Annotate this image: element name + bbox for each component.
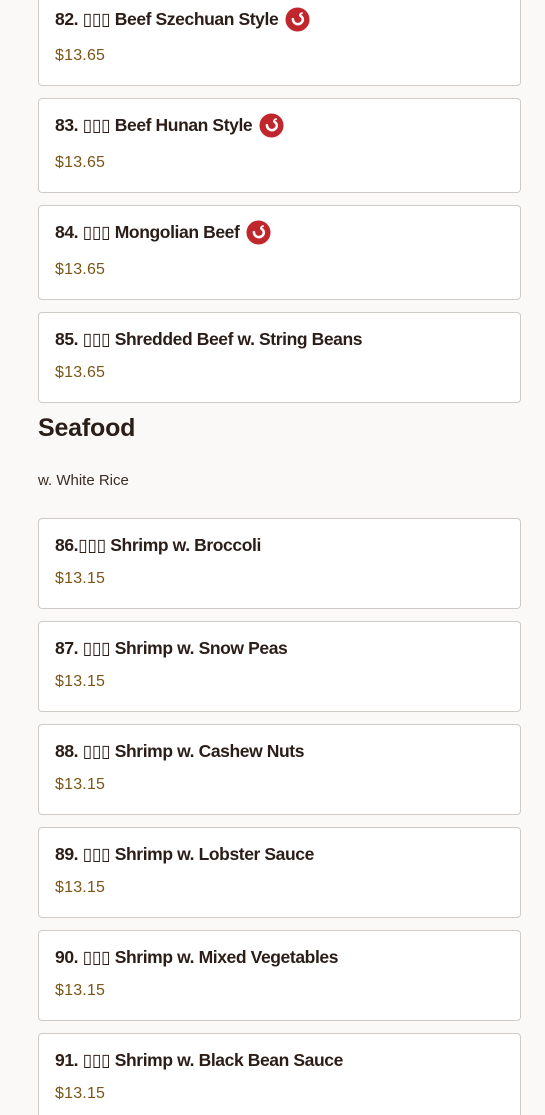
- menu-item-card[interactable]: 90. ▯▯▯ Shrimp w. Mixed Vegetables $13.1…: [38, 930, 521, 1021]
- menu-item-name: 89. ▯▯▯ Shrimp w. Lobster Sauce: [55, 844, 314, 864]
- menu-item-name: 90. ▯▯▯ Shrimp w. Mixed Vegetables: [55, 947, 339, 967]
- menu-item-price: $13.15: [55, 673, 106, 690]
- menu-item-price: $13.65: [55, 154, 106, 171]
- menu-item-card[interactable]: 86.▯▯▯ Shrimp w. Broccoli $13.15: [38, 518, 521, 609]
- menu-item-price: $13.65: [55, 47, 106, 64]
- menu-item-price: $13.65: [55, 261, 106, 278]
- spicy-pepper-icon: [246, 220, 271, 245]
- menu-item-name: 83. ▯▯▯ Beef Hunan Style: [55, 115, 253, 135]
- menu-item-price: $13.15: [55, 776, 106, 793]
- menu-item-name: 86.▯▯▯ Shrimp w. Broccoli: [55, 535, 261, 555]
- menu-item-card[interactable]: 83. ▯▯▯ Beef Hunan Style $13.65: [38, 98, 521, 193]
- menu-item-card[interactable]: 85. ▯▯▯ Shredded Beef w. String Beans $1…: [38, 312, 521, 403]
- menu-page: 82. ▯▯▯ Beef Szechuan Style $13.65 83. ▯…: [0, 0, 545, 1115]
- spicy-pepper-icon: [259, 113, 284, 138]
- menu-item-name: 82. ▯▯▯ Beef Szechuan Style: [55, 9, 279, 29]
- section-title: Seafood: [38, 414, 136, 442]
- menu-item-card[interactable]: 88. ▯▯▯ Shrimp w. Cashew Nuts $13.15: [38, 724, 521, 815]
- menu-item-name: 87. ▯▯▯ Shrimp w. Snow Peas: [55, 638, 288, 658]
- menu-item-price: $13.15: [55, 1085, 106, 1102]
- spicy-pepper-icon: [285, 7, 310, 32]
- menu-item-card[interactable]: 89. ▯▯▯ Shrimp w. Lobster Sauce $13.15: [38, 827, 521, 918]
- menu-item-price: $13.15: [55, 982, 106, 999]
- menu-item-name: 88. ▯▯▯ Shrimp w. Cashew Nuts: [55, 741, 305, 761]
- section-subtitle: w. White Rice: [38, 472, 129, 489]
- menu-item-card[interactable]: 91. ▯▯▯ Shrimp w. Black Bean Sauce $13.1…: [38, 1033, 521, 1115]
- menu-item-price: $13.65: [55, 364, 106, 381]
- menu-item-name: 85. ▯▯▯ Shredded Beef w. String Beans: [55, 329, 363, 349]
- menu-item-card[interactable]: 84. ▯▯▯ Mongolian Beef $13.65: [38, 205, 521, 300]
- menu-item-price: $13.15: [55, 879, 106, 896]
- menu-item-name: 84. ▯▯▯ Mongolian Beef: [55, 222, 240, 242]
- menu-item-name: 91. ▯▯▯ Shrimp w. Black Bean Sauce: [55, 1050, 343, 1070]
- menu-item-price: $13.15: [55, 570, 106, 587]
- menu-item-card[interactable]: 82. ▯▯▯ Beef Szechuan Style $13.65: [38, 0, 521, 86]
- menu-item-card[interactable]: 87. ▯▯▯ Shrimp w. Snow Peas $13.15: [38, 621, 521, 712]
